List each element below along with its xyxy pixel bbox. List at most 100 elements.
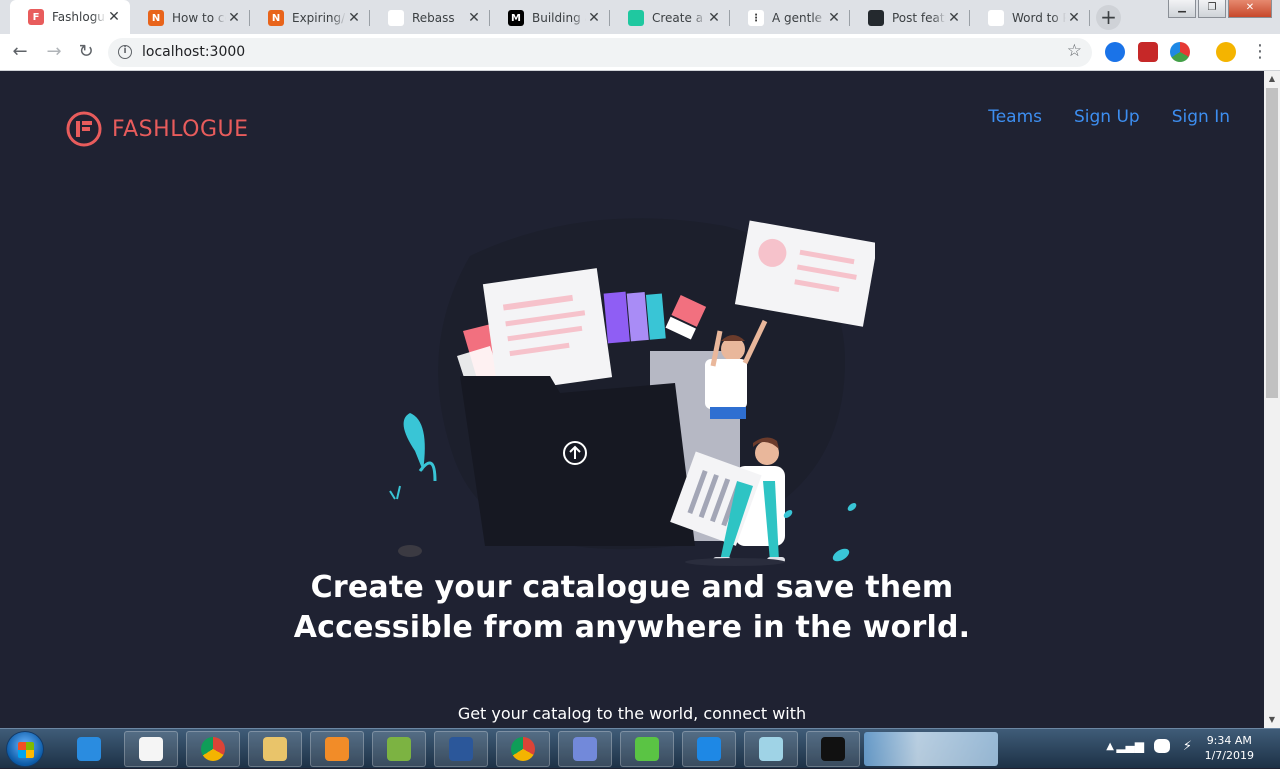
tab-title: A gentle I (772, 11, 826, 25)
bookmark-star-icon[interactable]: ☆ (1067, 41, 1082, 61)
tab-favicon-icon: F (28, 9, 44, 25)
brand-name: FASHLOGUE (112, 116, 249, 142)
nav-teams-link[interactable]: Teams (988, 107, 1042, 127)
nav-sign-in-link[interactable]: Sign In (1172, 107, 1230, 127)
vscode-icon (697, 737, 721, 761)
tab-title: Building a (532, 11, 586, 25)
site-logo[interactable]: FASHLOGUE (66, 111, 249, 147)
tab-separator (1089, 10, 1090, 26)
new-tab-button[interactable]: + (1096, 5, 1121, 30)
taskbar-app-button[interactable] (434, 731, 488, 767)
tab-close-icon[interactable]: ✕ (106, 9, 122, 25)
address-bar[interactable]: i localhost:3000 ☆ (108, 38, 1092, 67)
window-controls: ▁ ❐ ✕ (1168, 0, 1272, 18)
network-signal-icon[interactable]: ▂▄▆ (1116, 739, 1144, 753)
taskbar-app-button[interactable] (124, 731, 178, 767)
fashlogue-logo-icon (66, 111, 102, 147)
profile-avatar[interactable] (1216, 42, 1236, 62)
taskbar-app-button[interactable] (496, 731, 550, 767)
discord-tray-icon[interactable] (1154, 739, 1170, 753)
tab-close-icon[interactable]: ✕ (946, 10, 962, 26)
tab-title: How to co (172, 11, 226, 25)
site-nav: Teams Sign Up Sign In (988, 107, 1230, 127)
clock-time: 9:34 AM (1206, 734, 1252, 747)
tab-close-icon[interactable]: ✕ (346, 10, 362, 26)
tab-close-icon[interactable]: ✕ (1066, 10, 1082, 26)
maximize-button[interactable]: ❐ (1198, 0, 1226, 18)
taskbar-app-button[interactable] (310, 731, 364, 767)
taskbar-app-button[interactable] (620, 731, 674, 767)
tab-title: Create a p (652, 11, 706, 25)
taskbar-app-button[interactable] (372, 731, 426, 767)
tab-title: Post featu (892, 11, 946, 25)
tab-favicon-icon: ⋮ (748, 10, 764, 26)
tab-favicon-icon: N (148, 10, 164, 26)
tab-close-icon[interactable]: ✕ (466, 10, 482, 26)
tab-close-icon[interactable]: ✕ (226, 10, 242, 26)
terminal-icon (821, 737, 845, 761)
site-info-icon[interactable]: i (118, 45, 132, 59)
word-icon (449, 737, 473, 761)
chrome-icon (511, 737, 535, 761)
taskbar-app-button[interactable] (62, 731, 116, 767)
browser-tab[interactable]: M Building a ✕ (490, 2, 610, 34)
tab-close-icon[interactable]: ✕ (826, 10, 842, 26)
show-hidden-icons-icon[interactable]: ▲ (1106, 741, 1114, 752)
reload-button[interactable]: ↻ (74, 40, 98, 64)
page-scrollbar[interactable]: ▲ ▼ (1264, 71, 1280, 728)
taskbar-app-button[interactable] (682, 731, 736, 767)
tab-title: Rebass (412, 11, 455, 25)
browser-tab[interactable]: N How to co ✕ (130, 2, 250, 34)
wechat-icon (635, 737, 659, 761)
tab-title: Word to PDF C (1012, 11, 1066, 25)
tab-favicon-icon: N (268, 10, 284, 26)
browser-tab[interactable]: Word to PDF C✕ (970, 2, 1090, 34)
browser-tab[interactable]: F Fashlogue✕ (10, 0, 130, 34)
windows-taskbar: ▲ ▂▄▆ ⚡ 9:34 AM 1/7/2019 (0, 728, 1280, 768)
scroll-down-arrow-icon[interactable]: ▼ (1264, 712, 1280, 728)
explorer-icon (263, 737, 287, 761)
taskbar-app-button[interactable] (806, 731, 860, 767)
tab-favicon-icon (988, 10, 1004, 26)
power-icon[interactable]: ⚡ (1183, 739, 1192, 754)
tab-title: Expiring/E (292, 11, 346, 25)
chrome-icon (201, 737, 225, 761)
browser-tab[interactable]: ⋮ A gentle I ✕ (730, 2, 850, 34)
extension-icon[interactable] (1138, 42, 1158, 62)
browser-tab[interactable]: N Expiring/E✕ (250, 2, 370, 34)
tab-close-icon[interactable]: ✕ (706, 10, 722, 26)
taskbar-clock[interactable]: 9:34 AM 1/7/2019 (1205, 733, 1254, 763)
git-icon (387, 737, 411, 761)
extension-icon[interactable] (1105, 42, 1125, 62)
taskbar-app-button[interactable] (744, 731, 798, 767)
tab-favicon-icon (628, 10, 644, 26)
scrollbar-thumb[interactable] (1266, 88, 1278, 398)
browser-tab[interactable]: Post featu✕ (850, 2, 970, 34)
nav-sign-up-link[interactable]: Sign Up (1074, 107, 1140, 127)
tab-favicon-icon (388, 10, 404, 26)
media-player-icon (325, 737, 349, 761)
minimize-button[interactable]: ▁ (1168, 0, 1196, 18)
tab-favicon-icon: M (508, 10, 524, 26)
notepad-icon (759, 737, 783, 761)
tab-close-icon[interactable]: ✕ (586, 10, 602, 26)
extension-icon[interactable] (1170, 42, 1190, 62)
browser-menu-icon[interactable]: ⋮ (1250, 42, 1270, 62)
taskbar-app-button[interactable] (186, 731, 240, 767)
browser-toolbar: ← → ↻ i localhost:3000 ☆ (0, 34, 1280, 71)
window-close-button[interactable]: ✕ (1228, 0, 1272, 18)
taskbar-preview-thumbnail[interactable] (864, 732, 998, 766)
taskbar-app-button[interactable] (248, 731, 302, 767)
ie-icon (77, 737, 101, 761)
tab-title: Fashlogue (52, 10, 106, 24)
back-button[interactable]: ← (8, 40, 32, 64)
scroll-up-arrow-icon[interactable]: ▲ (1264, 71, 1280, 87)
page-content: FASHLOGUE Teams Sign Up Sign In Create y… (0, 71, 1264, 728)
forward-button[interactable]: → (42, 40, 66, 64)
start-button[interactable] (6, 731, 44, 767)
browser-tab[interactable]: Rebass ✕ (370, 2, 490, 34)
hero-illustration (389, 218, 875, 566)
browser-tab[interactable]: Create a p✕ (610, 2, 730, 34)
clock-date: 1/7/2019 (1204, 749, 1254, 762)
taskbar-app-button[interactable] (558, 731, 612, 767)
